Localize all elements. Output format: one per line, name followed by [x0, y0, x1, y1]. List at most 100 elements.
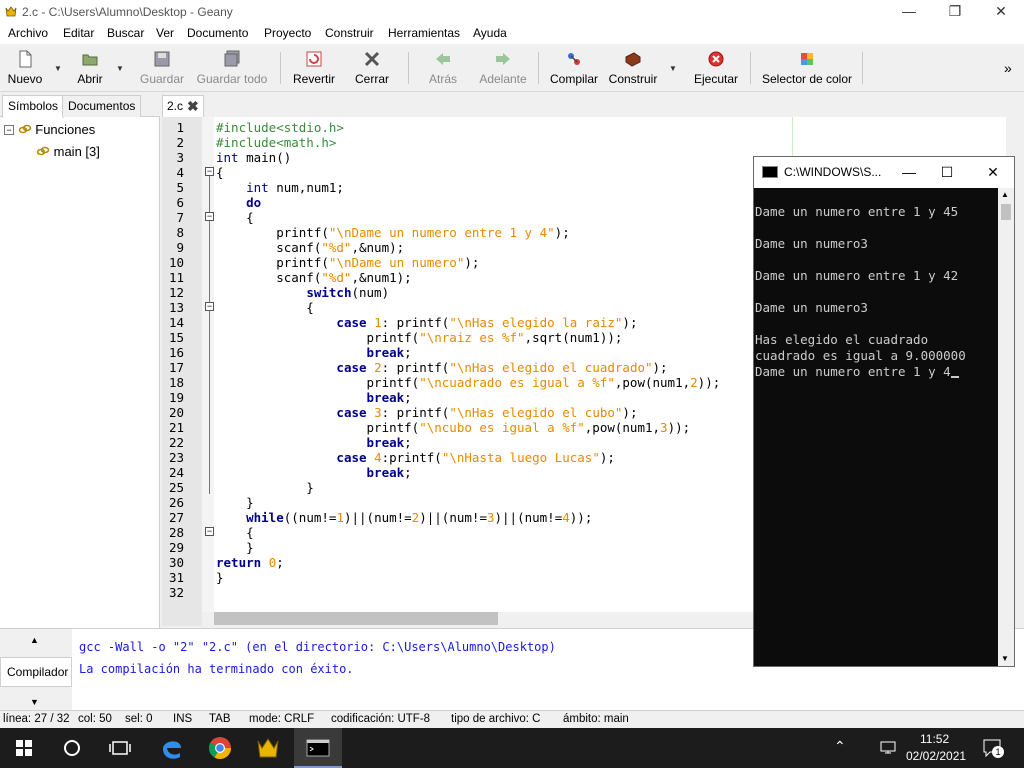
console-scrollbar[interactable]: ▲ ▼ — [998, 188, 1014, 666]
console-maximize-icon[interactable]: ☐ — [932, 161, 962, 183]
console-title-bar[interactable]: C:\WINDOWS\S... — ☐ ✕ — [754, 157, 1014, 188]
back-button[interactable]: Atrás — [424, 48, 462, 88]
toolbar-overflow-icon[interactable]: » — [1004, 60, 1012, 76]
line-number[interactable]: 22 — [162, 435, 184, 450]
line-number[interactable]: 24 — [162, 465, 184, 480]
line-number[interactable]: 5 — [162, 180, 184, 195]
open-button[interactable]: Abrir — [72, 48, 108, 88]
line-number[interactable]: 13 — [162, 300, 184, 315]
tree-item-main[interactable]: main [3] — [36, 144, 100, 159]
menu-documento[interactable]: Documento — [187, 26, 248, 40]
build-button[interactable]: Construir — [604, 48, 662, 88]
tab-2c[interactable]: 2.c ✖ — [162, 95, 204, 117]
compiler-message[interactable]: La compilación ha terminado con éxito. — [79, 662, 354, 676]
network-icon[interactable] — [878, 740, 898, 756]
restore-icon[interactable]: ❐ — [932, 0, 978, 24]
console-minimize-icon[interactable]: — — [894, 161, 924, 183]
taskbar-console[interactable] — [294, 728, 342, 768]
menu-construir[interactable]: Construir — [325, 26, 374, 40]
close-tab-icon[interactable]: ✖ — [187, 98, 199, 115]
line-number[interactable]: 1 — [162, 120, 184, 135]
execute-button[interactable]: Ejecutar — [692, 48, 740, 88]
compile-button[interactable]: Compilar — [546, 48, 602, 88]
clock-date[interactable]: 02/02/2021 — [906, 749, 966, 763]
build-dropdown-icon[interactable]: ▼ — [669, 64, 677, 73]
console-window[interactable]: C:\WINDOWS\S... — ☐ ✕ Dame un numero ent… — [753, 156, 1015, 667]
line-number[interactable]: 4 — [162, 165, 184, 180]
task-view-button[interactable] — [96, 728, 144, 768]
line-number[interactable]: 7 — [162, 210, 184, 225]
menu-archivo[interactable]: Archivo — [8, 26, 48, 40]
line-number[interactable]: 15 — [162, 330, 184, 345]
line-number[interactable]: 27 — [162, 510, 184, 525]
close-file-button[interactable]: Cerrar — [352, 48, 392, 88]
line-number[interactable]: 2 — [162, 135, 184, 150]
line-number[interactable]: 6 — [162, 195, 184, 210]
console-scroll-up-icon[interactable]: ▲ — [1001, 190, 1009, 199]
line-number[interactable]: 25 — [162, 480, 184, 495]
menu-herramientas[interactable]: Herramientas — [388, 26, 460, 40]
line-number[interactable]: 30 — [162, 555, 184, 570]
line-number[interactable]: 32 — [162, 585, 184, 600]
start-button[interactable] — [0, 728, 48, 768]
revert-button[interactable]: Revertir — [288, 48, 340, 88]
line-number[interactable]: 31 — [162, 570, 184, 585]
tree-group-funciones[interactable]: − Funciones — [4, 122, 95, 137]
save-all-button[interactable]: Guardar todo — [194, 48, 270, 88]
close-icon[interactable]: ✕ — [978, 0, 1024, 24]
forward-button[interactable]: Adelante — [476, 48, 530, 88]
search-button[interactable] — [48, 728, 96, 768]
line-number[interactable]: 14 — [162, 315, 184, 330]
taskbar-chrome[interactable] — [196, 728, 244, 768]
line-number[interactable]: 11 — [162, 270, 184, 285]
menu-editar[interactable]: Editar — [63, 26, 94, 40]
scroll-up-icon[interactable]: ▲ — [30, 635, 39, 645]
menu-proyecto[interactable]: Proyecto — [264, 26, 311, 40]
menu-buscar[interactable]: Buscar — [107, 26, 144, 40]
color-picker-button[interactable]: Selector de color — [760, 48, 854, 88]
tab-documentos[interactable]: Documentos — [62, 95, 142, 117]
line-number[interactable]: 20 — [162, 405, 184, 420]
tab-simbolos[interactable]: Símbolos — [2, 95, 65, 118]
line-number[interactable]: 18 — [162, 375, 184, 390]
fold-marker[interactable]: − — [205, 527, 214, 536]
new-button[interactable]: Nuevo — [4, 48, 46, 88]
line-number[interactable]: 26 — [162, 495, 184, 510]
clock-time[interactable]: 11:52 — [920, 732, 949, 746]
line-number[interactable]: 10 — [162, 255, 184, 270]
line-number[interactable]: 23 — [162, 450, 184, 465]
tree-collapse-icon[interactable]: − — [4, 125, 14, 135]
line-number[interactable]: 3 — [162, 150, 184, 165]
console-close-icon[interactable]: ✕ — [978, 161, 1008, 183]
line-number[interactable]: 19 — [162, 390, 184, 405]
fold-marker[interactable]: − — [205, 212, 214, 221]
console-scroll-thumb[interactable] — [1001, 204, 1011, 220]
line-number[interactable]: 17 — [162, 360, 184, 375]
console-prompt-line: Dame un numero entre 1 y 4 — [755, 364, 959, 379]
tab-compilador[interactable]: Compilador — [0, 657, 72, 687]
scroll-down-icon[interactable]: ▼ — [30, 697, 39, 707]
minimize-icon[interactable]: — — [886, 0, 932, 24]
line-number[interactable]: 28 — [162, 525, 184, 540]
console-output[interactable]: Dame un numero entre 1 y 45 Dame un nume… — [754, 188, 998, 666]
fold-marker[interactable]: − — [205, 167, 214, 176]
menu-ver[interactable]: Ver — [156, 26, 174, 40]
new-dropdown-icon[interactable]: ▼ — [54, 64, 62, 73]
open-dropdown-icon[interactable]: ▼ — [116, 64, 124, 73]
console-scroll-down-icon[interactable]: ▼ — [1001, 654, 1009, 663]
line-number[interactable]: 29 — [162, 540, 184, 555]
scrollbar-thumb[interactable] — [214, 612, 498, 625]
line-number[interactable]: 8 — [162, 225, 184, 240]
line-number[interactable]: 21 — [162, 420, 184, 435]
save-button[interactable]: Guardar — [138, 48, 186, 88]
line-number[interactable]: 9 — [162, 240, 184, 255]
notifications-button[interactable]: 1 — [982, 738, 1004, 758]
menu-ayuda[interactable]: Ayuda — [473, 26, 507, 40]
taskbar-geany[interactable] — [244, 728, 292, 768]
tray-overflow-icon[interactable]: ⌃ — [834, 738, 846, 755]
line-number[interactable]: 12 — [162, 285, 184, 300]
compiler-message[interactable]: gcc -Wall -o "2" "2.c" (en el directorio… — [79, 640, 556, 654]
taskbar-edge[interactable] — [148, 728, 196, 768]
line-number[interactable]: 16 — [162, 345, 184, 360]
fold-marker[interactable]: − — [205, 302, 214, 311]
